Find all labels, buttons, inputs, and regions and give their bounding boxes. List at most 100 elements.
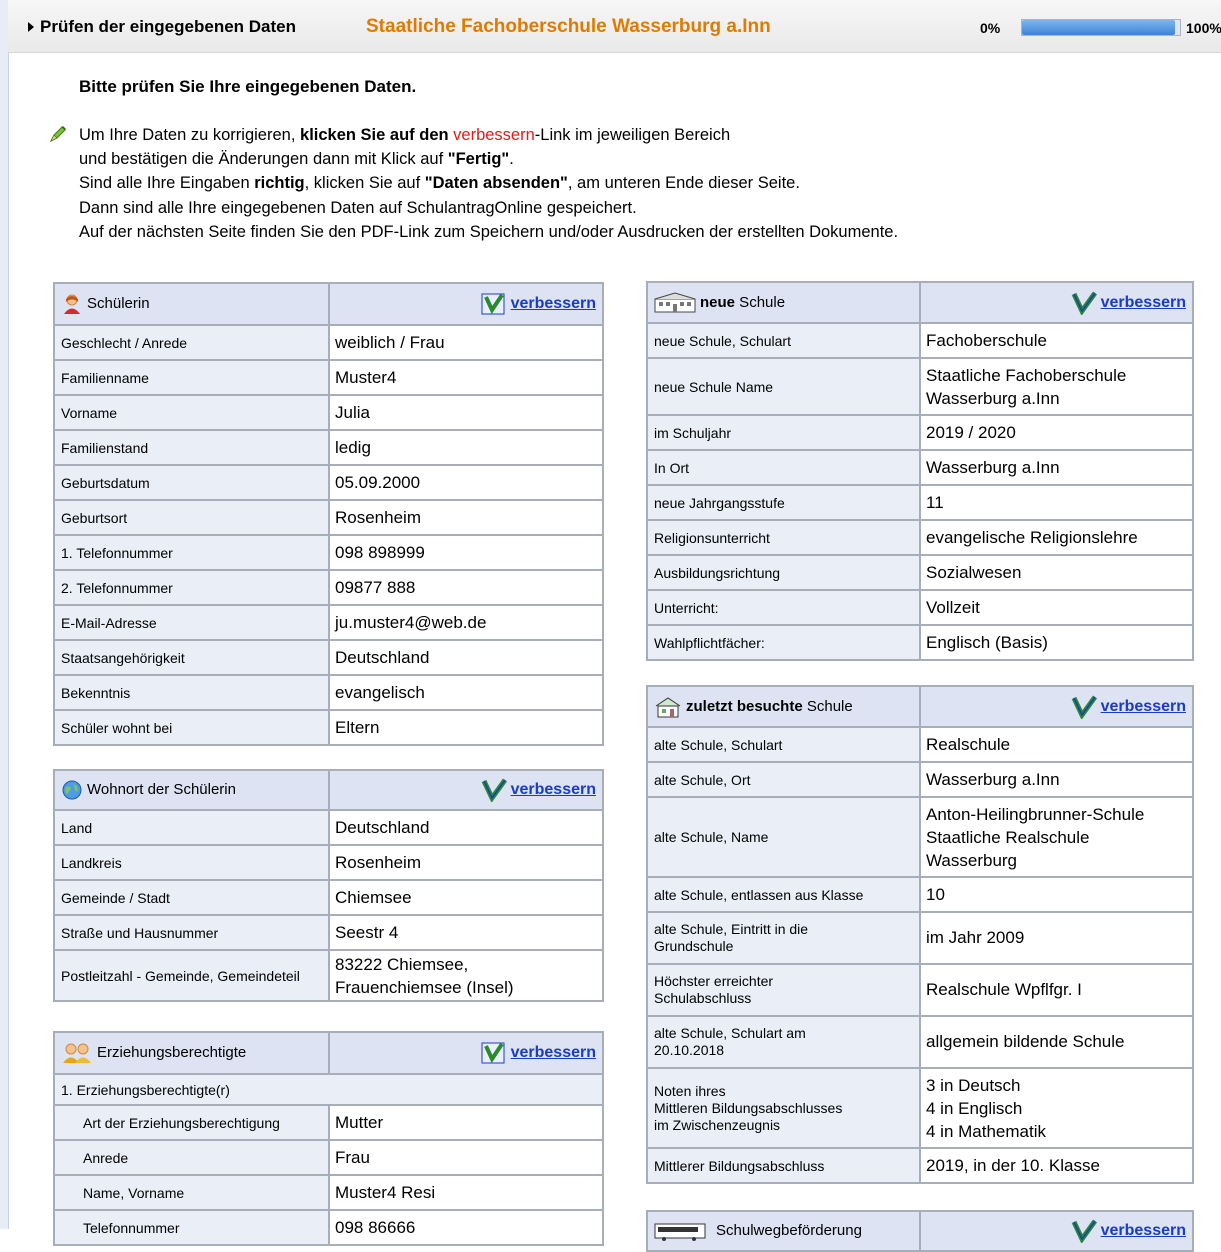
field-value-text: Vollzeit xyxy=(926,597,980,617)
table-row: Vorname Julia xyxy=(53,394,604,431)
new-school-edit-link[interactable]: verbessern xyxy=(1101,294,1186,311)
field-value: Staatliche Fachoberschule Wasserburg a.In… xyxy=(919,357,1194,416)
progress-end-label: 100% xyxy=(1186,20,1221,36)
instructions-text: Um Ihre Daten zu korrigieren, klicken Si… xyxy=(79,123,898,244)
guardians-title: Erziehungsberechtigte xyxy=(97,1043,247,1061)
intro-text-red: verbessern xyxy=(453,126,535,144)
student-table: Schülerin verbessern Geschlecht / Anrede… xyxy=(53,282,604,746)
intro-text: , klicken Sie auf xyxy=(304,174,425,193)
field-label-text: alte Schule, entlassen aus Klasse xyxy=(654,886,864,903)
field-value: Rosenheim xyxy=(328,844,604,881)
field-value: 2019, in der 10. Klasse xyxy=(919,1147,1194,1184)
field-label-text: Anrede xyxy=(83,1149,129,1166)
last-school-edit-link[interactable]: verbessern xyxy=(1101,698,1186,715)
field-value: 10 xyxy=(919,876,1194,913)
intro-text: -Link im jeweiligen Bereich xyxy=(534,126,731,144)
field-value: 05.09.2000 xyxy=(328,464,604,501)
edit-v-icon[interactable] xyxy=(481,292,509,316)
table-row: In Ort Wasserburg a.Inn xyxy=(646,449,1194,486)
table-row: Art der Erziehungsberechtigung Mutter xyxy=(53,1104,604,1141)
student-edit-link[interactable]: verbessern xyxy=(511,295,596,312)
field-value-text: ledig xyxy=(335,437,371,457)
edit-v-icon[interactable] xyxy=(1071,291,1099,315)
field-value-text: 2019 / 2020 xyxy=(926,422,1016,442)
field-label: Telefonnummer xyxy=(53,1209,330,1246)
field-value: Rosenheim xyxy=(328,499,604,536)
edit-v-icon[interactable] xyxy=(481,778,509,802)
field-label-text: neue Schule Name xyxy=(654,378,774,395)
table-row: Ausbildungsrichtung Sozialwesen xyxy=(646,554,1194,591)
field-value: Julia xyxy=(328,394,604,431)
field-label-text: Vorname xyxy=(61,404,118,421)
field-label-text: Religionsunterricht xyxy=(654,529,770,546)
field-label: alte Schule, Ort xyxy=(646,761,921,798)
edit-v-icon[interactable] xyxy=(481,1041,509,1065)
residence-edit-link[interactable]: verbessern xyxy=(511,781,596,798)
field-label-text: Bekenntnis xyxy=(61,684,131,701)
field-value-text: Realschule xyxy=(926,734,1011,754)
field-value: evangelische Religionslehre xyxy=(919,519,1194,556)
table-row: neue Schule Name Staatliche Fachoberschul… xyxy=(646,357,1194,416)
field-label-text: neue Jahrgangsstufe xyxy=(654,494,785,511)
table-row: Straße und Hausnummer Seestr 4 xyxy=(53,914,604,951)
field-value-text: 3 in Deutsch xyxy=(926,1075,1021,1095)
table-row: Anrede Frau xyxy=(53,1139,604,1176)
edit-v-icon[interactable] xyxy=(1071,1219,1099,1243)
field-label: Straße und Hausnummer xyxy=(53,914,330,951)
table-row: alte Schule, Schulart Realschule xyxy=(646,726,1194,763)
field-label-text: In Ort xyxy=(654,459,690,476)
table-row: Höchster erreichter Schulabschluss Realsch… xyxy=(646,963,1194,1017)
transport-edit-cell: verbessern xyxy=(919,1210,1194,1252)
field-label: Schüler wohnt bei xyxy=(53,709,330,746)
new-school-title: Schule xyxy=(735,293,786,311)
field-label: Mittlerer Bildungsabschluss xyxy=(646,1147,921,1184)
table-row: alte Schule, Name Anton-Heilingbrunner-Sc… xyxy=(646,796,1194,878)
field-value: 098 86666 xyxy=(328,1209,604,1246)
intro-text: Dann sind alle Ihre eingegebenen Daten a… xyxy=(79,198,637,217)
table-row: alte Schule, Schulart am 20.10.2018 allgem… xyxy=(646,1015,1194,1069)
guardians-edit-link[interactable]: verbessern xyxy=(511,1044,596,1061)
field-label: neue Schule Name xyxy=(646,357,921,416)
field-value-text: im Jahr 2009 xyxy=(926,928,1025,947)
edit-v-icon[interactable] xyxy=(1071,695,1099,719)
field-value: Chiemsee xyxy=(328,879,604,916)
field-label-text: Telefonnummer xyxy=(83,1219,180,1236)
table-row: neue Schule, Schulart Fachoberschule xyxy=(646,322,1194,359)
female-student-icon xyxy=(64,294,80,314)
field-value: allgemein bildende Schule xyxy=(919,1015,1194,1069)
field-value: Frau xyxy=(328,1139,604,1176)
instructions-heading: Bitte prüfen Sie Ihre eingegebenen Daten… xyxy=(79,77,417,96)
progress-fill xyxy=(1022,20,1176,35)
field-label-text: alte Schule, Schulart am xyxy=(654,1025,806,1041)
field-label: In Ort xyxy=(646,449,921,486)
house-icon xyxy=(655,696,681,717)
field-label: alte Schule, Eintritt in die Grundschule xyxy=(646,911,921,965)
table-row: Postleitzahl - Gemeinde, Gemeindeteil 832… xyxy=(53,949,604,1002)
field-value-text: 098 86666 xyxy=(335,1217,416,1237)
field-label: alte Schule, Schulart am 20.10.2018 xyxy=(646,1015,921,1069)
field-value-text: 4 in Mathematik xyxy=(926,1121,1046,1141)
guardians-table: Erziehungsberechtigte verbessern 1. Erzi… xyxy=(53,1031,604,1246)
field-value: im Jahr 2009 xyxy=(919,911,1194,965)
field-value-text: Fachoberschule xyxy=(926,330,1047,350)
residence-edit-cell: verbessern xyxy=(328,769,604,811)
intro-text: . xyxy=(509,150,514,169)
field-label: Religionsunterricht xyxy=(646,519,921,556)
field-value-text: Eltern xyxy=(335,717,380,737)
last-school-table: zuletzt besuchte Schule verbessern alte … xyxy=(646,685,1194,1184)
field-label: Land xyxy=(53,809,330,846)
field-value-text: 11 xyxy=(926,492,944,512)
transport-edit-link[interactable]: verbessern xyxy=(1101,1222,1186,1239)
field-label: Noten ihres Mittleren Bildungsabschlusses… xyxy=(646,1067,921,1149)
field-value: Muster4 Resi xyxy=(328,1174,604,1211)
field-label-text: Wahlpflichtfächer: xyxy=(654,634,765,651)
field-value-text: 098 898999 xyxy=(335,542,425,562)
intro-text-bold: "Daten absenden" xyxy=(424,174,568,193)
new-school-table: neue Schule verbessern neue Schule, Schu… xyxy=(646,281,1194,661)
field-value-text: Sozialwesen xyxy=(926,562,1022,582)
field-value-text: Staatliche Realschule xyxy=(926,827,1090,847)
field-value-text: 09877 888 xyxy=(335,577,416,597)
field-value-text: Realschule Wpflfgr. I xyxy=(926,980,1082,999)
transport-table: Schulwegbeförderung verbessern xyxy=(646,1210,1194,1252)
table-row: Familienname Muster4 xyxy=(53,359,604,396)
